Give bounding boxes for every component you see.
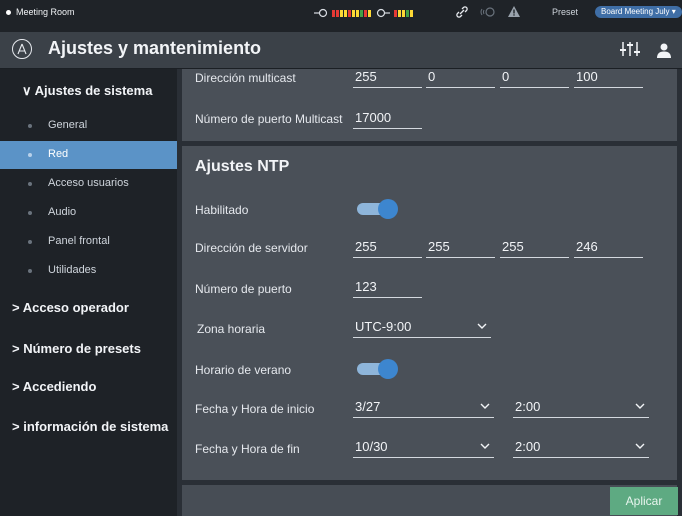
ntp-server-label: Dirección de servidor <box>195 241 308 255</box>
apply-button[interactable]: Aplicar <box>610 487 678 515</box>
action-footer <box>182 485 677 516</box>
ntp-section-title: Ajustes NTP <box>195 158 290 175</box>
page-header: Ajustes y mantenimiento <box>0 32 682 69</box>
dst-toggle[interactable] <box>357 358 398 379</box>
input-icon <box>314 8 328 18</box>
multicast-address-octet-1[interactable]: 255 <box>353 69 422 88</box>
start-date-select[interactable]: 3/27 <box>353 399 494 418</box>
chevron-down-icon <box>635 403 645 409</box>
end-time-select[interactable]: 2:00 <box>513 439 649 458</box>
multicast-panel: Dirección multicast 255 0 0 100 Número d… <box>182 69 677 141</box>
start-date-value: 3/27 <box>355 399 381 414</box>
status-bar: Meeting Room Preset Board Meeting July ▾ <box>0 0 682 32</box>
start-time-value: 2:00 <box>515 399 541 414</box>
preset-label: Preset <box>552 7 579 17</box>
sidebar-item-label: General <box>48 119 88 131</box>
multicast-address-octet-3[interactable]: 0 <box>500 69 569 88</box>
bullet-icon <box>28 211 32 215</box>
ntp-enabled-toggle[interactable] <box>357 198 398 219</box>
user-icon[interactable] <box>656 42 672 58</box>
sidebar-item-label: Utilidades <box>48 264 97 276</box>
bullet-icon <box>28 153 32 157</box>
multicast-address-octet-2[interactable]: 0 <box>426 69 495 88</box>
sidebar-item-utilidades[interactable]: Utilidades <box>0 257 177 285</box>
wireless-icon <box>480 7 495 17</box>
sidebar-item-acceso-usuarios[interactable]: Acceso usuarios <box>0 170 177 198</box>
ntp-server-octet-3[interactable]: 255 <box>500 239 569 258</box>
room-indicator: Meeting Room <box>6 7 75 17</box>
chevron-down-icon <box>477 323 487 329</box>
start-time-select[interactable]: 2:00 <box>513 399 649 418</box>
ntp-server-octet-1[interactable]: 255 <box>353 239 422 258</box>
sidebar-section-presets[interactable]: > Número de presets <box>12 341 141 356</box>
bullet-icon <box>28 182 32 186</box>
sidebar-section-operator[interactable]: > Acceso operador <box>12 300 129 315</box>
ntp-enabled-label: Habilitado <box>195 203 249 217</box>
bullet-icon <box>28 124 32 128</box>
dst-label: Horario de verano <box>195 363 292 377</box>
multicast-address-label: Dirección multicast <box>195 71 296 85</box>
multicast-port-field[interactable]: 17000 <box>353 110 422 129</box>
ntp-port-field[interactable]: 123 <box>353 279 422 298</box>
timezone-select[interactable]: UTC-9:00 <box>353 319 491 338</box>
ntp-server-octet-2[interactable]: 255 <box>426 239 495 258</box>
sidebar-item-label: Audio <box>48 206 77 218</box>
sidebar-section-system[interactable]: ∨ Ajustes de sistema <box>22 83 152 99</box>
bullet-icon <box>28 240 32 244</box>
warning-icon <box>508 6 520 17</box>
link-icon <box>456 6 468 18</box>
multicast-port-label: Número de puerto Multicast <box>195 112 343 126</box>
ntp-server-octet-4[interactable]: 246 <box>574 239 643 258</box>
sidebar-item-general[interactable]: General <box>0 112 177 140</box>
chevron-down-icon <box>480 403 490 409</box>
room-dot-icon <box>6 9 11 15</box>
mixer-icon[interactable] <box>620 40 640 58</box>
timezone-label: Zona horaria <box>197 322 266 336</box>
preset-selector[interactable]: Board Meeting July ▾ <box>595 6 682 18</box>
sidebar-item-red[interactable]: Red <box>0 141 177 169</box>
end-date-value: 10/30 <box>355 439 388 454</box>
sidebar-item-panel-frontal[interactable]: Panel frontal <box>0 228 177 256</box>
sidebar-section-accessing[interactable]: > Accediendo <box>12 379 96 394</box>
chevron-down-icon <box>480 443 490 449</box>
sidebar-item-label: Acceso usuarios <box>48 177 129 189</box>
timezone-value: UTC-9:00 <box>355 319 412 334</box>
multicast-address-octet-4[interactable]: 100 <box>574 69 643 88</box>
start-date-label: Fecha y Hora de inicio <box>195 402 315 416</box>
ntp-panel <box>182 146 677 480</box>
sidebar-section-info[interactable]: > información de sistema <box>12 419 168 434</box>
input-level-meter-icon <box>332 10 371 17</box>
ntp-port-label: Número de puerto <box>195 282 292 296</box>
sidebar-item-label: Red <box>48 148 69 160</box>
chevron-down-icon <box>635 443 645 449</box>
main-content: Dirección multicast 255 0 0 100 Número d… <box>177 69 682 516</box>
toggle-knob <box>378 359 398 379</box>
end-date-select[interactable]: 10/30 <box>353 439 494 458</box>
bullet-icon <box>28 269 32 273</box>
sidebar: ∨ Ajustes de sistema General Red Acceso … <box>0 69 177 516</box>
room-name: Meeting Room <box>16 7 75 17</box>
end-time-value: 2:00 <box>515 439 541 454</box>
logo-icon <box>12 39 32 59</box>
end-date-label: Fecha y Hora de fin <box>195 442 300 456</box>
sidebar-item-label: Panel frontal <box>48 235 110 247</box>
output-level-meter-icon <box>394 10 413 17</box>
page-title: Ajustes y mantenimiento <box>48 38 262 58</box>
output-icon <box>376 8 390 18</box>
toggle-knob <box>378 199 398 219</box>
sidebar-item-audio[interactable]: Audio <box>0 199 177 227</box>
